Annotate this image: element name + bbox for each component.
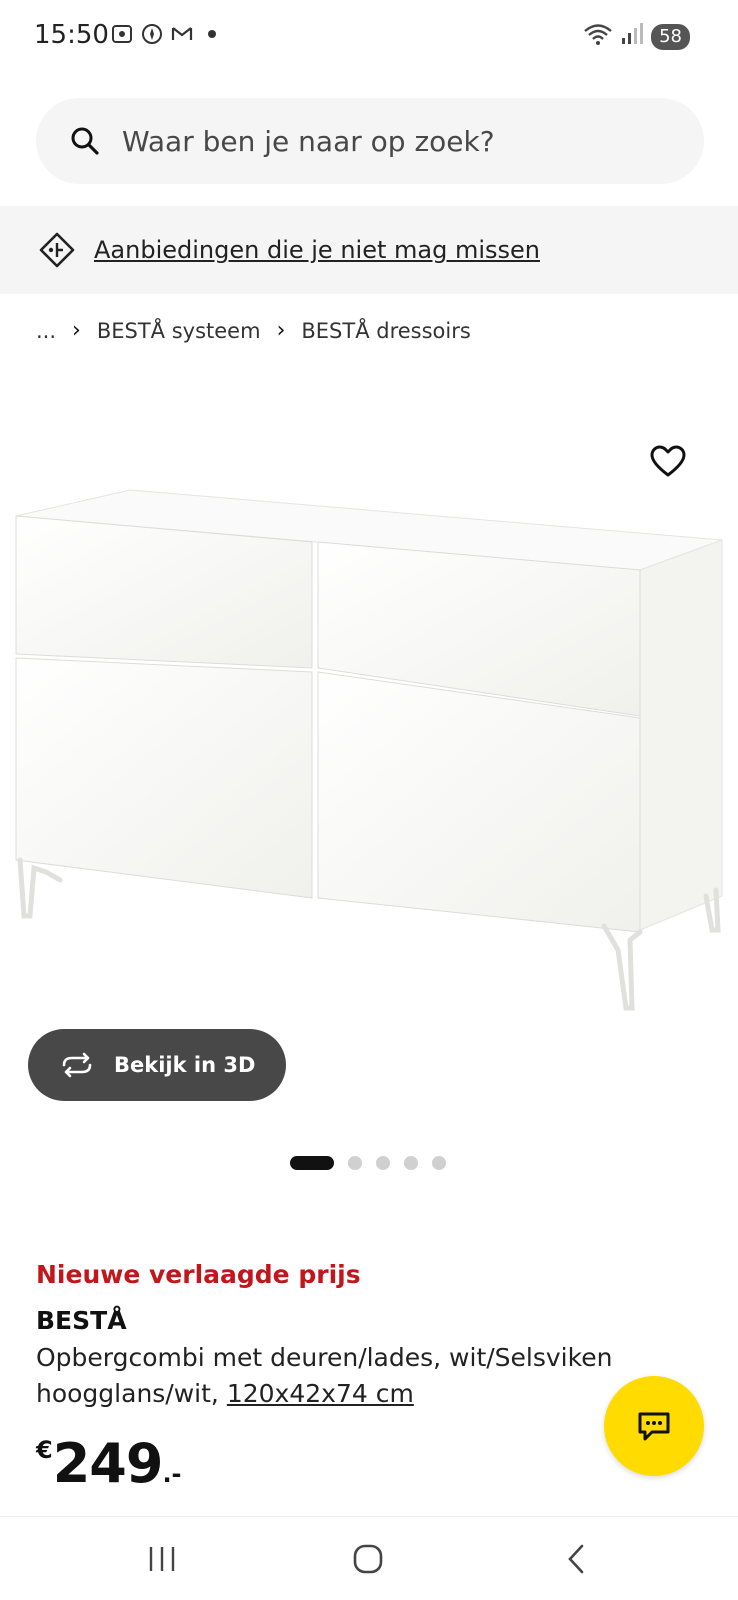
search-input[interactable]: Waar ben je naar op zoek? bbox=[36, 98, 704, 184]
compass-icon bbox=[140, 22, 164, 46]
promo-banner[interactable]: Aanbiedingen die je niet mag missen bbox=[0, 206, 738, 294]
breadcrumb: ... › BESTÅ systeem › BESTÅ dressoirs bbox=[36, 318, 471, 343]
promo-link[interactable]: Aanbiedingen die je niet mag missen bbox=[94, 236, 540, 264]
heart-icon bbox=[650, 445, 686, 477]
more-notifications-dot bbox=[208, 30, 216, 38]
wifi-icon bbox=[583, 22, 613, 51]
rotate-icon bbox=[62, 1052, 92, 1078]
chevron-right-icon: › bbox=[72, 318, 81, 343]
home-icon bbox=[353, 1544, 383, 1574]
view-in-3d-label: Bekijk in 3D bbox=[114, 1053, 256, 1077]
carousel-dot[interactable] bbox=[348, 1156, 362, 1170]
search-icon bbox=[71, 127, 99, 155]
carousel-dot-active[interactable] bbox=[290, 1156, 334, 1170]
gmail-icon bbox=[170, 22, 194, 46]
back-button[interactable] bbox=[554, 1537, 598, 1581]
back-icon bbox=[568, 1544, 584, 1574]
status-bar: 15:50 58 bbox=[0, 0, 738, 74]
screenshot-icon bbox=[110, 22, 134, 46]
recent-apps-icon bbox=[149, 1547, 175, 1571]
chat-icon bbox=[638, 1412, 670, 1441]
carousel-dot[interactable] bbox=[376, 1156, 390, 1170]
carousel-dot[interactable] bbox=[432, 1156, 446, 1170]
search-placeholder: Waar ben je naar op zoek? bbox=[122, 124, 495, 158]
battery-indicator: 58 bbox=[651, 23, 690, 50]
breadcrumb-item-besta-dressoirs[interactable]: BESTÅ dressoirs bbox=[301, 319, 470, 343]
system-icons: 58 bbox=[583, 22, 690, 51]
product-description: Opbergcombi met deuren/lades, wit/Selsvi… bbox=[36, 1340, 676, 1412]
product-price: €249.- bbox=[36, 1432, 182, 1495]
system-nav-bar bbox=[0, 1516, 738, 1600]
home-button[interactable] bbox=[346, 1537, 390, 1581]
product-size-link[interactable]: 120x42x74 cm bbox=[227, 1379, 414, 1408]
breadcrumb-ellipsis[interactable]: ... bbox=[36, 319, 56, 343]
chat-button[interactable] bbox=[604, 1376, 704, 1476]
breadcrumb-item-besta-systeem[interactable]: BESTÅ systeem bbox=[97, 319, 261, 343]
recent-apps-button[interactable] bbox=[140, 1537, 184, 1581]
notification-icons bbox=[110, 22, 216, 46]
price-note: Nieuwe verlaagde prijs bbox=[36, 1260, 361, 1289]
price-currency: € bbox=[36, 1436, 53, 1464]
chevron-right-icon: › bbox=[276, 318, 286, 343]
carousel-dot[interactable] bbox=[404, 1156, 418, 1170]
price-decimals: .- bbox=[162, 1460, 182, 1488]
product-name: BESTÅ bbox=[36, 1306, 127, 1335]
tag-icon bbox=[39, 232, 75, 268]
price-amount: 249 bbox=[52, 1432, 164, 1495]
carousel-indicator bbox=[290, 1156, 446, 1170]
status-time: 15:50 bbox=[34, 20, 109, 50]
signal-icon bbox=[621, 22, 644, 51]
view-in-3d-button[interactable]: Bekijk in 3D bbox=[28, 1029, 286, 1101]
favorite-button[interactable] bbox=[648, 442, 688, 482]
product-image[interactable] bbox=[0, 420, 738, 1040]
